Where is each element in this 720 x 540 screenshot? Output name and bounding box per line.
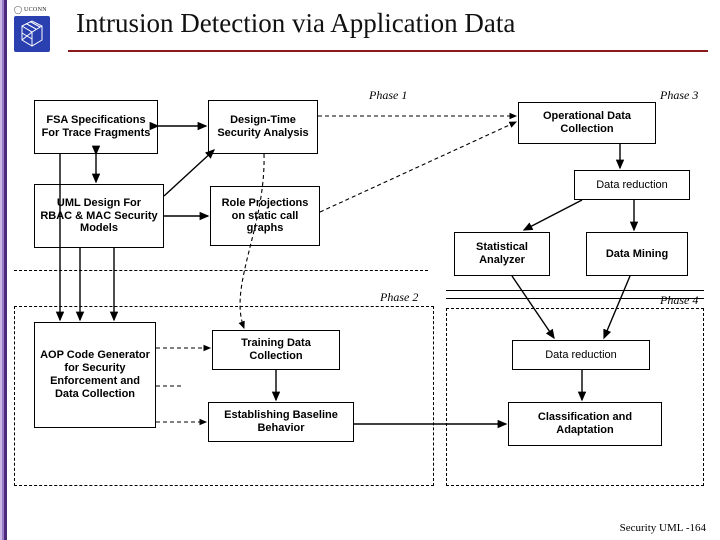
accent-stripe — [0, 0, 7, 540]
phase1-label: Phase 1 — [369, 88, 407, 103]
title-rule — [68, 50, 708, 52]
box-train: Training Data Collection — [212, 330, 340, 370]
slide-title: Intrusion Detection via Application Data — [76, 8, 515, 39]
phase4-region — [446, 308, 704, 486]
box-aop: AOP Code Generator for Security Enforcem… — [34, 322, 156, 428]
phase1-region — [14, 270, 428, 271]
box-mining: Data Mining — [586, 232, 688, 276]
box-baseline: Establishing Baseline Behavior — [208, 402, 354, 442]
slide-header: UCONN Intrusion Detection via Applicatio… — [10, 6, 712, 66]
box-stat: Statistical Analyzer — [454, 232, 550, 276]
box-odc: Operational Data Collection — [518, 102, 656, 144]
box-dr2: Data reduction — [512, 340, 650, 370]
box-fsa: FSA Specifications For Trace Fragments — [34, 100, 158, 154]
uconn-logo: UCONN — [14, 6, 58, 61]
phase4-label: Phase 4 — [660, 293, 698, 308]
cube-icon — [14, 16, 50, 52]
box-role: Role Projections on static call graphs — [210, 186, 320, 246]
slide-footer: Security UML -164 — [620, 522, 706, 534]
box-dts: Design-Time Security Analysis — [208, 100, 318, 154]
phase-divider — [446, 290, 704, 291]
org-label: UCONN — [14, 6, 58, 14]
phase2-label: Phase 2 — [380, 290, 418, 305]
box-classif: Classification and Adaptation — [508, 402, 662, 446]
box-dr1: Data reduction — [574, 170, 690, 200]
phase3-label: Phase 3 — [660, 88, 698, 103]
diagram-canvas: Phase 1 Phase 2 Phase 3 Phase 4 FSA Spec… — [14, 86, 706, 486]
box-uml: UML Design For RBAC & MAC Security Model… — [34, 184, 164, 248]
shield-icon — [14, 6, 22, 14]
